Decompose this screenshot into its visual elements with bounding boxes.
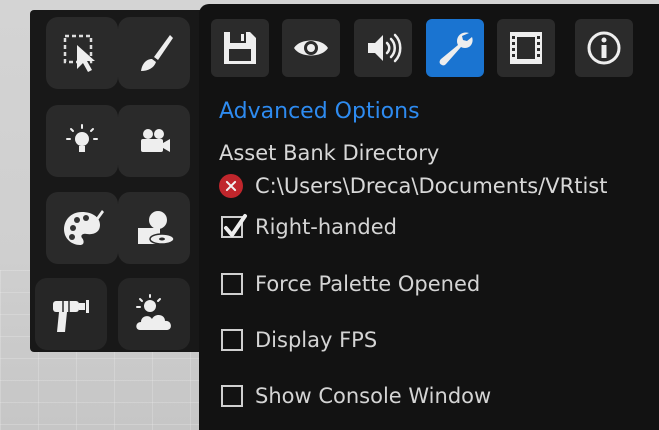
checkmark-icon [224,214,247,237]
ray-gun-tool-button[interactable] [35,278,107,350]
import-tool-button[interactable] [118,192,190,264]
tab-sound[interactable] [354,19,412,77]
display-fps-label: Display FPS [255,328,378,352]
error-x-icon [219,174,243,198]
show-console-label: Show Console Window [255,384,492,408]
force-palette-checkbox[interactable] [221,273,243,295]
right-handed-option[interactable]: Right-handed [221,212,397,242]
asset-bank-path-row[interactable]: C:\Users\Dreca\Documents/VRtist [219,171,607,201]
settings-panel: Advanced Options Asset Bank Directory C:… [199,4,659,430]
eye-icon [294,40,328,56]
speaker-icon [368,33,402,63]
selection-cursor-icon [63,34,95,72]
tool-palette [30,10,210,352]
asset-bank-label: Asset Bank Directory [219,141,440,165]
show-console-option[interactable]: Show Console Window [221,381,491,411]
tab-info[interactable] [575,19,633,77]
tab-advanced[interactable] [426,19,484,77]
color-palette-icon [64,210,104,245]
info-icon [587,31,621,65]
tab-video[interactable] [497,19,555,77]
tab-view[interactable] [282,19,340,77]
selection-tool-button[interactable] [46,17,118,89]
wrench-icon [439,32,473,66]
import-disc-icon [138,211,175,245]
sky-weather-icon [136,294,171,330]
section-title: Advanced Options [219,99,420,124]
show-console-checkbox[interactable] [221,385,243,407]
force-palette-label: Force Palette Opened [255,272,481,296]
color-tool-button[interactable] [46,192,118,264]
light-bulb-icon [66,124,98,152]
asset-bank-path: C:\Users\Dreca\Documents/VRtist [255,174,608,198]
save-icon [224,32,256,64]
ray-gun-icon [53,300,89,332]
force-palette-option[interactable]: Force Palette Opened [221,269,480,299]
film-icon [510,32,542,64]
lighting-tool-button[interactable] [46,105,118,177]
right-handed-checkbox[interactable] [221,214,247,238]
paint-tool-button[interactable] [118,17,190,89]
right-handed-label: Right-handed [255,215,397,239]
camera-icon [141,129,170,152]
display-fps-option[interactable]: Display FPS [221,325,377,355]
tab-save[interactable] [211,19,269,77]
paint-brush-icon [141,35,173,71]
display-fps-checkbox[interactable] [221,329,243,351]
sky-tool-button[interactable] [118,278,190,350]
camera-tool-button[interactable] [118,105,190,177]
